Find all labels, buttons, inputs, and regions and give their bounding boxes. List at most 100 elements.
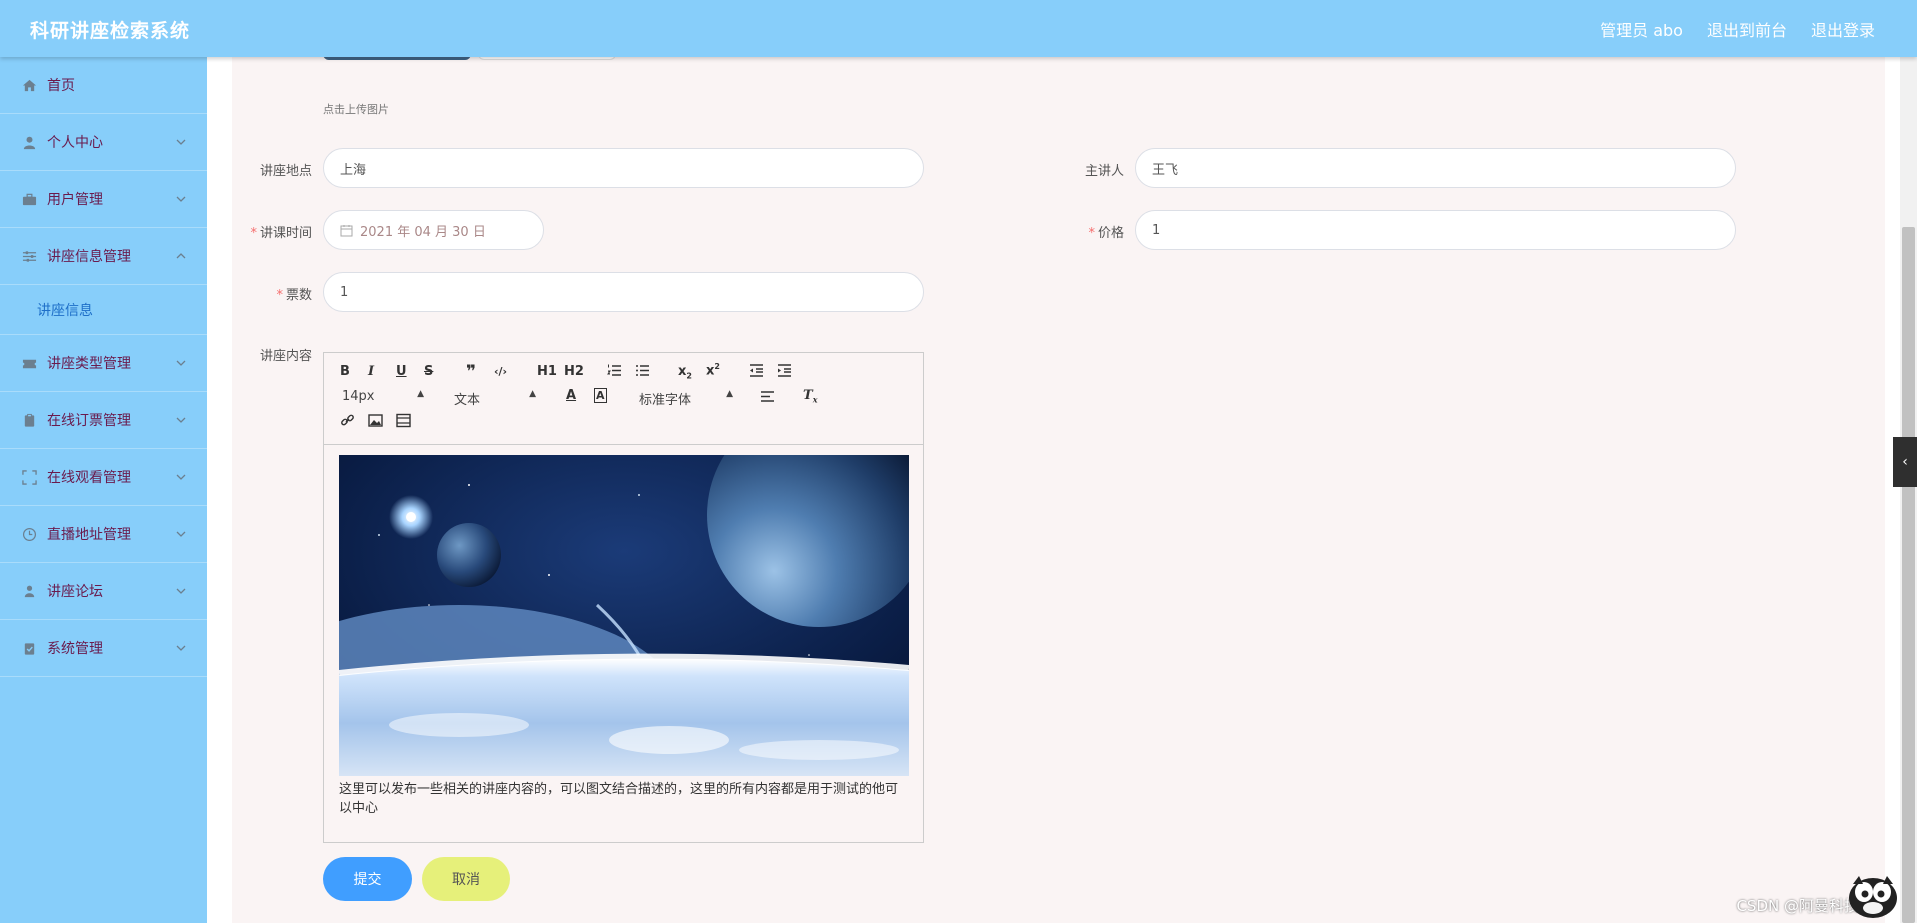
required-mark: * xyxy=(250,226,257,241)
top-header: 科研讲座检索系统 管理员 abo 退出到前台 退出登录 xyxy=(0,0,1917,57)
sidebar-item-system-management[interactable]: 系统管理 xyxy=(0,620,207,677)
submit-button[interactable]: 提交 xyxy=(323,857,412,901)
price-input[interactable]: 1 xyxy=(1135,210,1736,250)
block-type-value: 文本 xyxy=(454,393,481,408)
font-color-button[interactable]: A xyxy=(566,388,576,403)
content-label-text: 讲座内容 xyxy=(259,349,312,364)
speaker-label-text: 主讲人 xyxy=(1084,164,1124,179)
sidebar-item-label: 个人中心 xyxy=(47,135,103,151)
date-value: 2021 年 04 月 30 日 xyxy=(360,224,486,240)
blockquote-button[interactable]: ❞ xyxy=(466,362,476,382)
code-block-button[interactable]: ‹/› xyxy=(494,365,507,378)
header-2-button[interactable]: H2 xyxy=(564,364,584,379)
chevron-down-icon xyxy=(175,193,187,205)
editor-toolbar: B I U S ❞ ‹/› H1 H2 x2 x2 14px ▲ 文本 ▲ A A … xyxy=(324,353,923,445)
price-label-text: 价格 xyxy=(1097,226,1124,241)
video-icon[interactable] xyxy=(396,413,411,432)
chevron-down-icon xyxy=(175,414,187,426)
upload-hint[interactable]: 点击上传图片 xyxy=(323,101,389,117)
strike-button[interactable]: S xyxy=(424,364,433,379)
sidebar-item-lecture-type-management[interactable]: 讲座类型管理 xyxy=(0,335,207,392)
clipboard-check-icon xyxy=(21,640,37,656)
sidebar-item-personal-center[interactable]: 个人中心 xyxy=(0,114,207,171)
location-input[interactable]: 上海 xyxy=(323,148,924,188)
sidebar-item-label: 首页 xyxy=(47,78,75,94)
image-icon[interactable] xyxy=(368,413,383,432)
sidebar-item-label: 讲座类型管理 xyxy=(47,356,131,372)
location-value: 上海 xyxy=(340,162,367,178)
font-family-value: 标准字体 xyxy=(639,393,692,408)
page-scrollbar[interactable] xyxy=(1900,57,1917,923)
italic-button[interactable]: I xyxy=(368,364,374,379)
cancel-button[interactable]: 取消 xyxy=(422,857,510,901)
submit-button-label: 提交 xyxy=(353,872,382,888)
tickets-value: 1 xyxy=(340,284,349,300)
sidebar-item-label: 在线观看管理 xyxy=(47,470,131,486)
scrollbar-thumb[interactable] xyxy=(1902,227,1915,923)
clipboard-icon xyxy=(21,412,37,428)
sidebar-item-lecture-info-management[interactable]: 讲座信息管理 xyxy=(0,228,207,285)
header-1-button[interactable]: H1 xyxy=(537,364,557,379)
ticket-icon xyxy=(21,355,37,371)
sidebar-item-online-viewing-management[interactable]: 在线观看管理 xyxy=(0,449,207,506)
tickets-input[interactable]: 1 xyxy=(323,272,924,312)
bullet-list-icon[interactable] xyxy=(635,363,650,382)
mascot-icon xyxy=(1845,864,1901,920)
select-arrow-icon: ▲ xyxy=(726,389,733,399)
sidebar-item-online-booking-management[interactable]: 在线订票管理 xyxy=(0,392,207,449)
location-label: 讲座地点 xyxy=(222,160,312,179)
font-size-value: 14px xyxy=(342,389,375,404)
space-image-graphic xyxy=(339,455,909,776)
date-picker-input[interactable]: 2021 年 04 月 30 日 xyxy=(323,210,544,250)
price-value: 1 xyxy=(1152,222,1161,238)
price-label: * 价格 xyxy=(1034,222,1124,241)
sidebar-item-user-management[interactable]: 用户管理 xyxy=(0,171,207,228)
sidebar-item-label: 直播地址管理 xyxy=(47,527,131,543)
sidebar-item-label: 讲座信息管理 xyxy=(47,249,131,265)
editor-content[interactable]: 这里可以发布一些相关的讲座内容的，可以图文结合描述的，这里的所有内容都是用于测试… xyxy=(339,455,909,818)
bold-button[interactable]: B xyxy=(340,364,350,379)
sidebar-item-home[interactable]: 首页 xyxy=(0,57,207,114)
indent-icon[interactable] xyxy=(777,363,792,382)
ordered-list-icon[interactable] xyxy=(607,363,622,382)
home-icon xyxy=(21,77,37,93)
align-icon[interactable] xyxy=(760,389,775,408)
rich-text-editor[interactable]: B I U S ❞ ‹/› H1 H2 x2 x2 14px ▲ 文本 ▲ A A … xyxy=(323,352,924,843)
outdent-icon[interactable] xyxy=(749,363,764,382)
speaker-label: 主讲人 xyxy=(1034,160,1124,179)
superscript-button[interactable]: x2 xyxy=(706,362,720,378)
sidebar-subitem-lecture-info[interactable]: 讲座信息 xyxy=(0,285,207,335)
watermark: CSDN @阿曼科技 xyxy=(1736,897,1859,915)
select-arrow-icon: ▲ xyxy=(417,389,424,399)
header-links: 管理员 abo 退出到前台 退出登录 xyxy=(1600,17,1875,41)
background-color-button[interactable]: A xyxy=(594,388,607,403)
sidebar-item-live-address-management[interactable]: 直播地址管理 xyxy=(0,506,207,563)
sidebar-item-label: 用户管理 xyxy=(47,192,103,208)
person-icon xyxy=(21,583,37,599)
font-size-select[interactable]: 14px ▲ xyxy=(342,389,424,404)
chevron-left-icon: ‹ xyxy=(1902,454,1908,470)
chevron-down-icon xyxy=(175,585,187,597)
underline-button[interactable]: U xyxy=(396,364,407,379)
fullscreen-icon xyxy=(21,469,37,485)
logout-link[interactable]: 退出登录 xyxy=(1811,17,1875,41)
back-to-front-link[interactable]: 退出到前台 xyxy=(1707,17,1787,41)
required-mark: * xyxy=(276,288,283,303)
content-label: 讲座内容 xyxy=(222,345,312,364)
link-icon[interactable] xyxy=(340,413,355,432)
collapse-side-panel-button[interactable]: ‹ xyxy=(1893,437,1917,487)
tickets-label: * 票数 xyxy=(222,284,312,303)
briefcase-icon xyxy=(21,191,37,207)
tickets-label-text: 票数 xyxy=(285,288,312,303)
font-family-select[interactable]: 标准字体 ▲ xyxy=(639,389,733,408)
sidebar: 首页 个人中心 用户管理 讲座信息管理 讲座信息 讲座类型管理 在线订票管理 在… xyxy=(0,57,207,923)
time-label-text: 讲课时间 xyxy=(259,226,312,241)
subscript-button[interactable]: x2 xyxy=(678,364,692,381)
select-arrow-icon: ▲ xyxy=(529,389,536,399)
clear-format-button[interactable]: Tx xyxy=(803,388,817,405)
block-type-select[interactable]: 文本 ▲ xyxy=(454,389,536,408)
location-label-text: 讲座地点 xyxy=(259,164,312,179)
sidebar-item-lecture-forum[interactable]: 讲座论坛 xyxy=(0,563,207,620)
speaker-input[interactable]: 王飞 xyxy=(1135,148,1736,188)
editor-text[interactable]: 这里可以发布一些相关的讲座内容的，可以图文结合描述的，这里的所有内容都是用于测试… xyxy=(339,780,899,818)
